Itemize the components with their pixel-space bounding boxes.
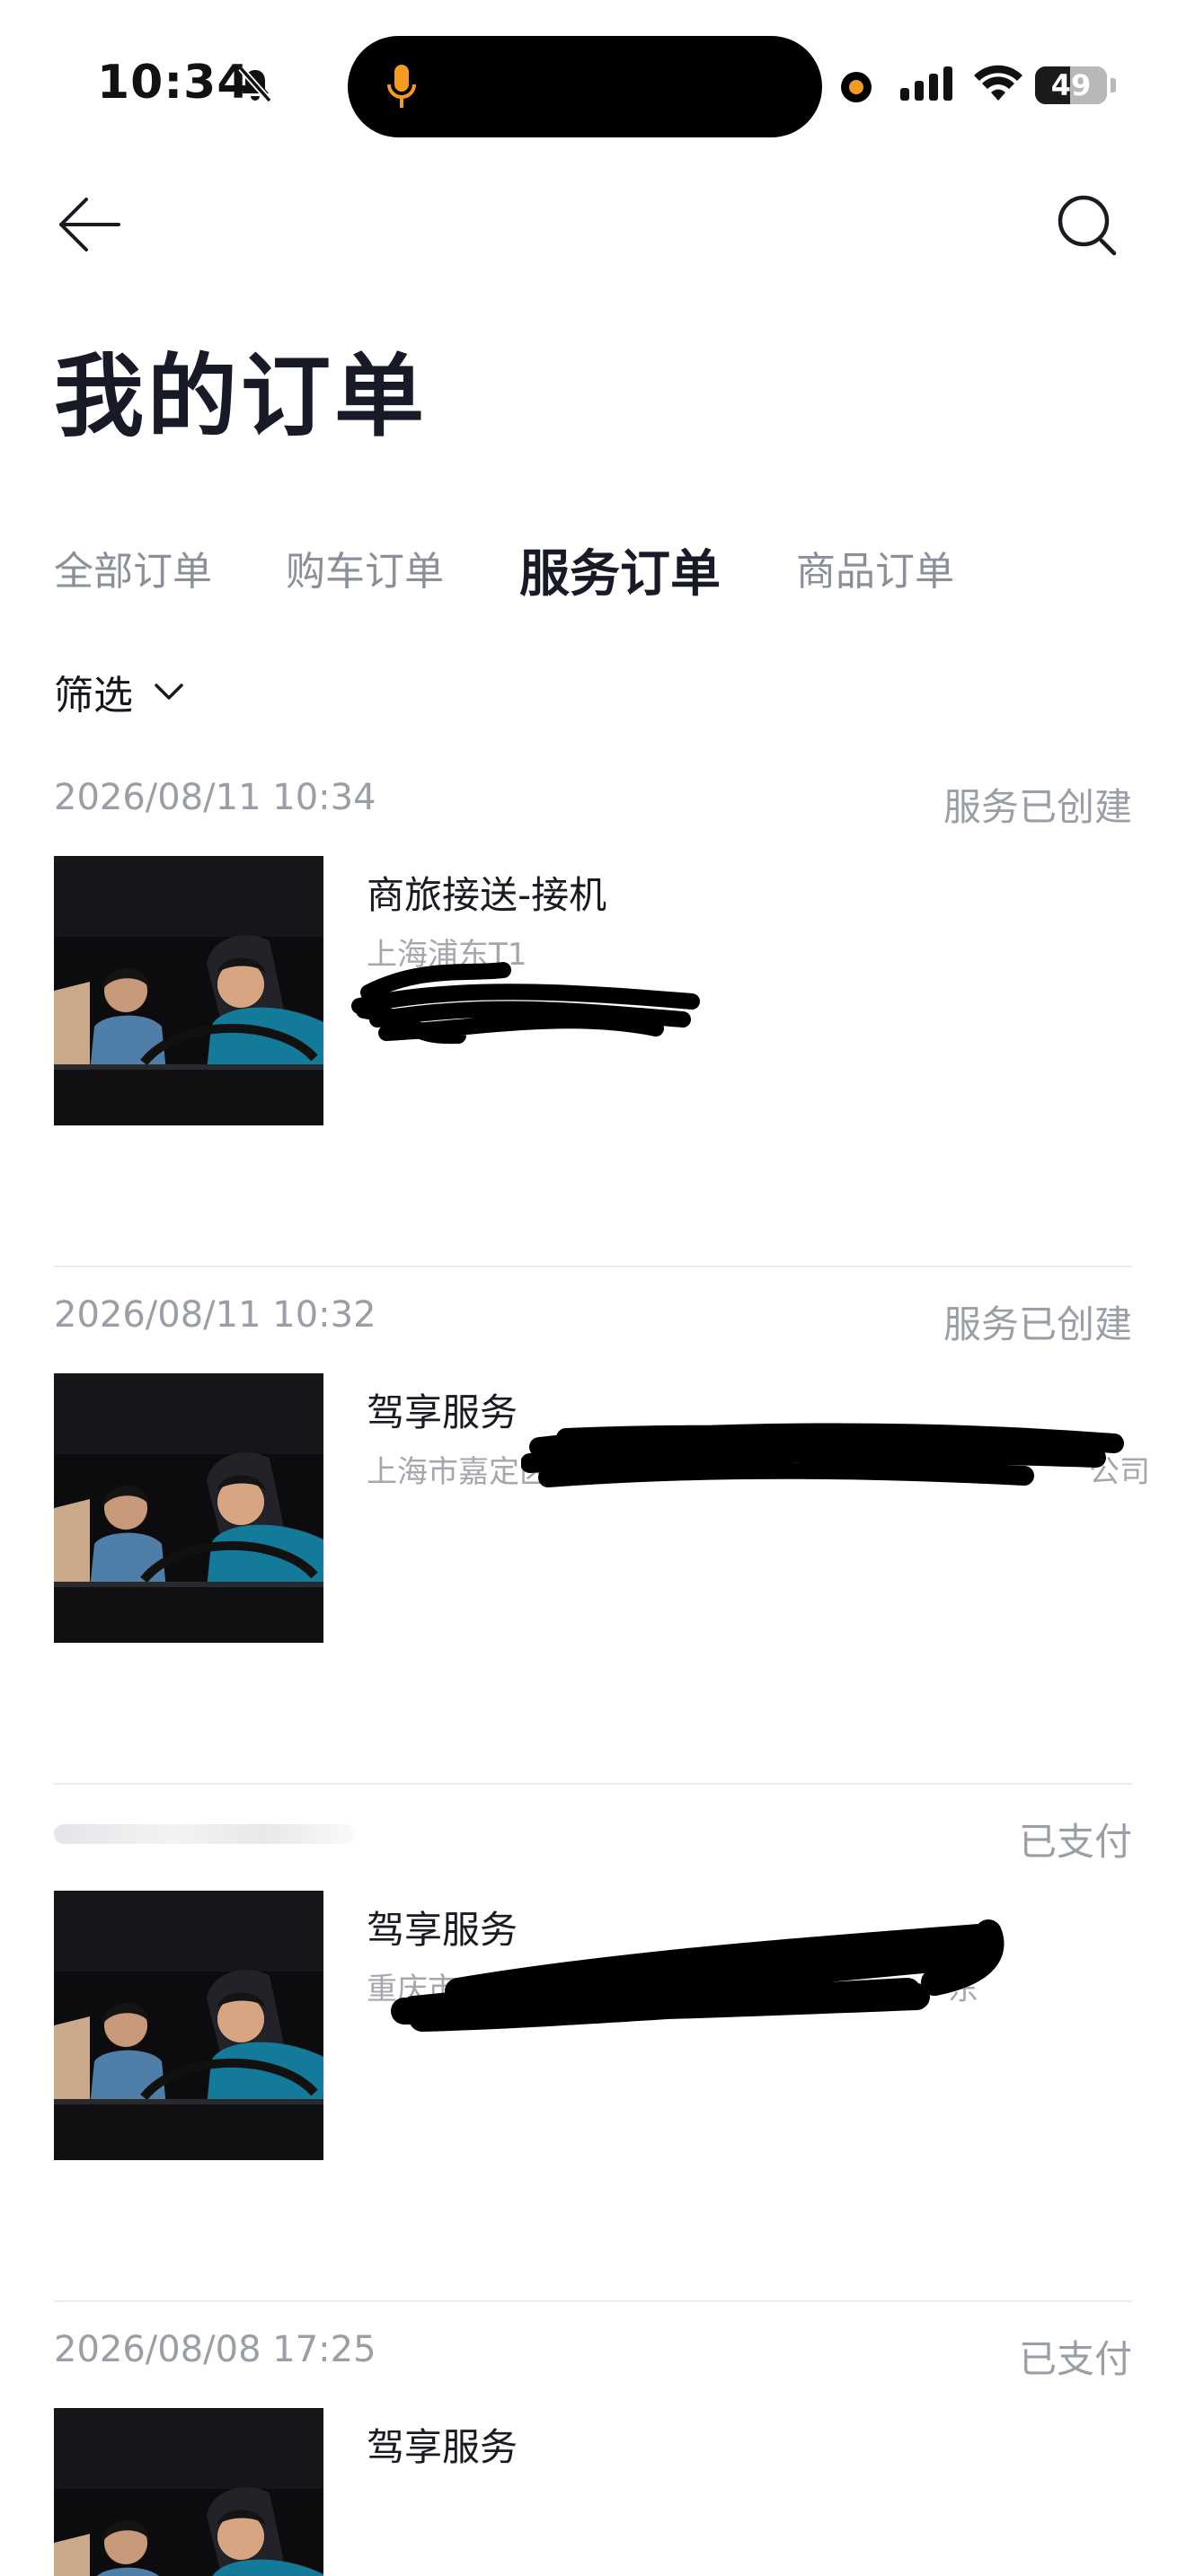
order-thumbnail xyxy=(54,856,323,1125)
filter-label: 筛选 xyxy=(54,673,133,719)
battery-cap xyxy=(1111,78,1116,93)
status-time: 10:34 xyxy=(97,56,251,110)
cellular-signal-icon xyxy=(900,66,952,101)
tab-car-orders[interactable]: 购车订单 xyxy=(286,539,444,596)
order-status: 已支付 xyxy=(1018,1820,1132,1864)
order-card[interactable]: 2026/08/11 10:32 服务已创建 驾享服务 上海市嘉定区 公司 xyxy=(54,1294,1150,1812)
order-thumbnail xyxy=(54,1373,323,1643)
order-title: 驾享服务 xyxy=(367,1390,518,1434)
order-divider xyxy=(54,2300,1132,2302)
order-status: 服务已创建 xyxy=(943,1302,1132,1346)
redaction-scribble xyxy=(521,1423,1124,1487)
redaction-scribble xyxy=(391,1919,1005,2032)
order-date-blurred xyxy=(54,1824,355,1844)
arrow-left-icon[interactable] xyxy=(54,189,126,260)
filter-button[interactable]: 筛选 xyxy=(54,665,187,719)
order-status: 服务已创建 xyxy=(943,785,1132,829)
order-status: 已支付 xyxy=(1018,2337,1132,2381)
order-card[interactable]: 2026/08/08 17:25 已支付 驾享服务 xyxy=(54,2329,1132,2576)
wifi-icon xyxy=(974,65,1022,101)
order-title: 驾享服务 xyxy=(367,2425,518,2469)
bell-slash-icon xyxy=(238,66,272,103)
status-bar: 10:34 49 xyxy=(0,0,1186,162)
tab-product-orders[interactable]: 商品订单 xyxy=(796,539,954,596)
microphone-icon xyxy=(387,65,416,108)
tab-service-orders[interactable]: 服务订单 xyxy=(519,534,721,606)
order-thumbnail xyxy=(54,1891,323,2160)
dynamic-island xyxy=(348,36,822,137)
order-divider xyxy=(54,1783,1132,1785)
order-date: 2026/08/11 10:34 xyxy=(54,777,376,818)
order-card[interactable]: 已支付 驾享服务 重庆市东 xyxy=(54,1812,1132,2329)
battery-icon: 49 xyxy=(1035,66,1107,104)
page-title: 我的订单 xyxy=(54,344,428,449)
redaction-scribble xyxy=(351,962,700,1045)
order-card[interactable]: 2026/08/11 10:34 服务已创建 商旅接送-接机 上海浦东T1 xyxy=(54,777,1132,1294)
order-thumbnail xyxy=(54,2408,323,2576)
tab-all-orders[interactable]: 全部订单 xyxy=(54,539,212,596)
order-date: 2026/08/11 10:32 xyxy=(54,1294,376,1336)
search-icon[interactable] xyxy=(1051,189,1132,269)
order-date: 2026/08/08 17:25 xyxy=(54,2329,376,2370)
battery-percent: 49 xyxy=(1050,68,1092,102)
chevron-down-icon xyxy=(155,684,183,700)
order-divider xyxy=(54,1266,1132,1267)
order-title: 商旅接送-接机 xyxy=(367,873,607,917)
recording-indicator xyxy=(841,72,872,102)
